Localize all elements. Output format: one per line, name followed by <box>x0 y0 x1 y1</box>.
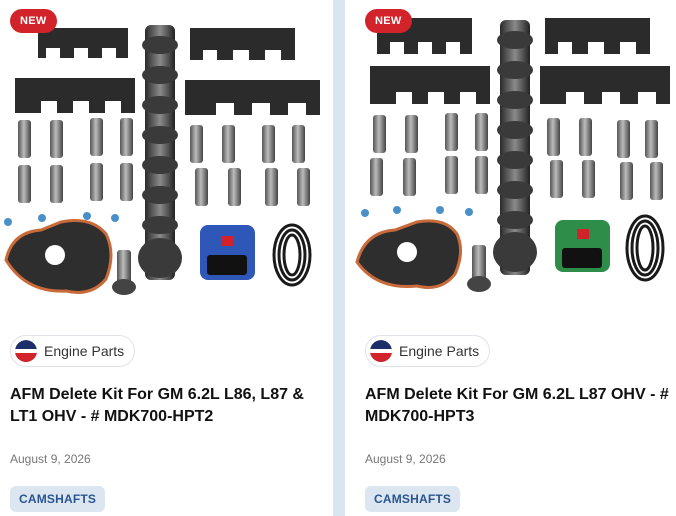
product-image[interactable]: NEW <box>0 0 333 312</box>
category-label: Engine Parts <box>399 343 480 359</box>
new-badge: NEW <box>10 9 57 33</box>
category-chip[interactable]: Engine Parts <box>10 335 136 367</box>
product-card[interactable]: NEW Engine Parts AFM Delete Kit For GM 6… <box>345 0 676 516</box>
product-date: August 9, 2026 <box>10 452 91 466</box>
tag-camshafts[interactable]: CAMSHAFTS <box>10 486 106 512</box>
product-card[interactable]: NEW Engine Parts AFM Delete Kit For GM 6… <box>0 0 333 516</box>
product-image[interactable]: NEW <box>345 0 676 312</box>
afm-kit-photo <box>4 25 320 295</box>
category-flag-icon <box>370 340 392 362</box>
category-chip[interactable]: Engine Parts <box>365 335 491 367</box>
product-title[interactable]: AFM Delete Kit For GM 6.2L L87 OHV - # M… <box>365 384 670 428</box>
afm-kit-photo <box>355 18 670 292</box>
new-badge: NEW <box>365 9 412 33</box>
category-label: Engine Parts <box>44 343 125 359</box>
product-title[interactable]: AFM Delete Kit For GM 6.2L L86, L87 & LT… <box>10 384 315 428</box>
category-flag-icon <box>15 340 37 362</box>
product-date: August 9, 2026 <box>365 452 446 466</box>
tag-camshafts[interactable]: CAMSHAFTS <box>365 486 461 512</box>
